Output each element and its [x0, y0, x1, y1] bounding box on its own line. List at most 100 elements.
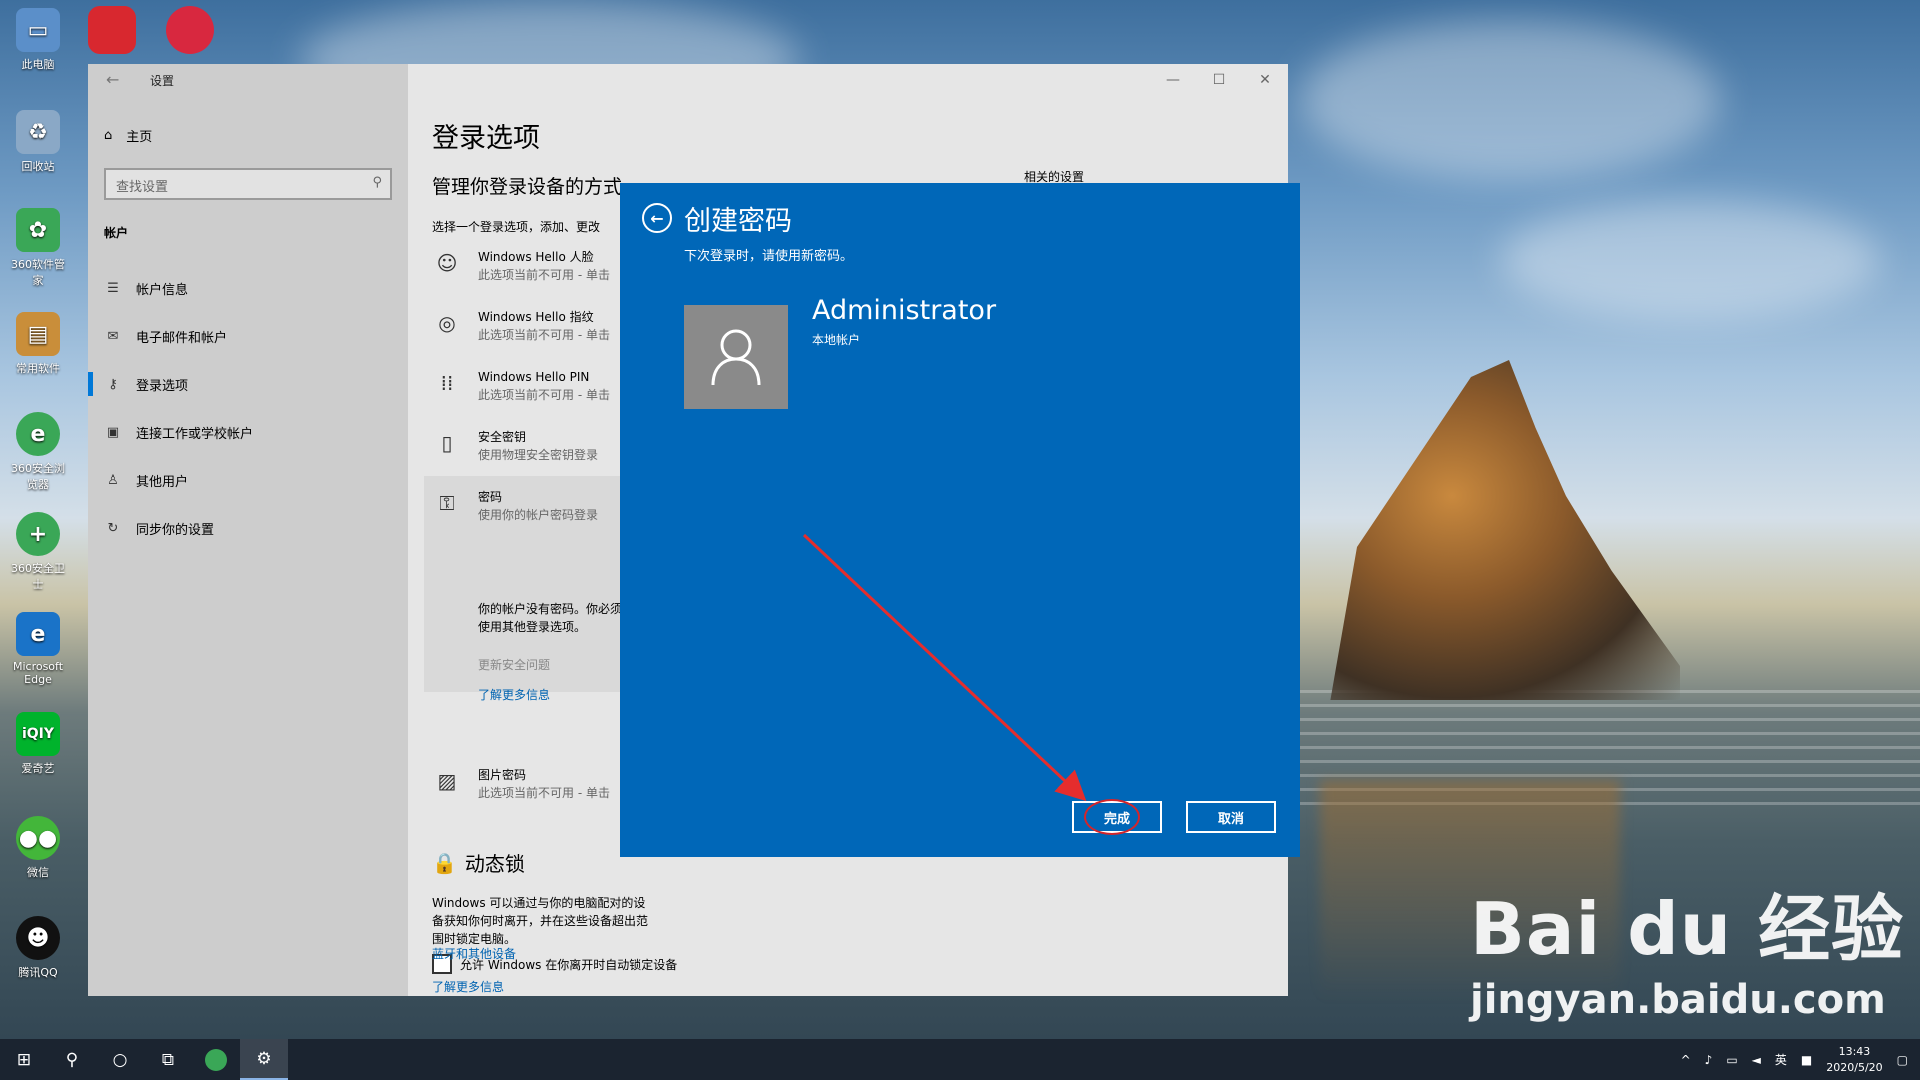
sidebar-item-label: 同步你的设置: [136, 522, 215, 538]
option-hello-face[interactable]: ☺ Windows Hello 人脸 此选项当前不可用 - 单击: [432, 248, 610, 283]
option-title: Windows Hello 指纹: [478, 310, 594, 324]
network-icon[interactable]: ▭: [1726, 1053, 1737, 1067]
volume-icon[interactable]: ◄: [1752, 1053, 1761, 1067]
picture-icon: ▨: [437, 769, 457, 793]
option-subtitle: 使用你的帐户密码登录: [478, 508, 599, 522]
ime-indicator[interactable]: 英: [1775, 1051, 1787, 1068]
task-view-icon[interactable]: ⧉: [144, 1039, 192, 1080]
cortana-icon[interactable]: ○: [96, 1039, 144, 1080]
desktop-icon-360-guard[interactable]: + 360安全卫士: [6, 512, 70, 592]
settings-taskbar-icon[interactable]: ⚙: [240, 1039, 288, 1080]
search-placeholder: 查找设置: [116, 180, 169, 195]
sidebar-item-work-school[interactable]: ▣ 连接工作或学校帐户: [88, 408, 408, 456]
option-security-key[interactable]: ▯ 安全密钥 使用物理安全密钥登录: [432, 428, 598, 463]
annotation-arrow: [802, 533, 1087, 802]
360-browser-taskbar-icon[interactable]: [192, 1039, 240, 1080]
settings-search-input[interactable]: 查找设置 ⚲: [104, 168, 392, 200]
360-browser-icon: e: [16, 412, 60, 456]
minimize-button[interactable]: —: [1150, 64, 1196, 96]
desktop-icon-360-manager[interactable]: ✿ 360软件管家: [6, 208, 70, 288]
password-key-icon: ⚿: [439, 491, 455, 515]
chevron-up-icon[interactable]: ^: [1681, 1053, 1691, 1067]
wechat-icon: ●●: [16, 816, 60, 860]
system-tray: ^ ♪ ▭ ◄ 英 ■ 13:43 2020/5/20 ▢: [1681, 1039, 1920, 1080]
option-picture-password[interactable]: ▨ 图片密码 此选项当前不可用 - 单击: [432, 766, 610, 801]
key-icon: ⚷: [108, 376, 118, 392]
desktop-icon-qq[interactable]: ☻ 腾讯QQ: [6, 916, 70, 980]
start-button[interactable]: ⊞: [0, 1039, 48, 1080]
sidebar-item-other-users[interactable]: ♙ 其他用户: [88, 456, 408, 504]
bluetooth-devices-link[interactable]: 蓝牙和其他设备: [432, 945, 516, 962]
desktop-icon-iqiyi[interactable]: iQIY 爱奇艺: [6, 712, 70, 776]
option-title: 安全密钥: [478, 430, 527, 444]
clock-date: 2020/5/20: [1826, 1060, 1883, 1074]
clock-time: 13:43: [1838, 1044, 1871, 1058]
dynamic-lock-heading: 🔒 动态锁: [432, 848, 525, 877]
option-subtitle: 此选项当前不可用 - 单击: [478, 268, 610, 282]
search-icon[interactable]: ⚲: [48, 1039, 96, 1080]
desktop-icon-wechat[interactable]: ●● 微信: [6, 816, 70, 880]
search-icon: ⚲: [372, 175, 382, 190]
window-controls: — ☐ ✕: [1150, 64, 1288, 96]
maximize-button[interactable]: ☐: [1196, 64, 1242, 96]
desktop-icon-label: 360安全卫士: [11, 562, 65, 591]
clock[interactable]: 13:43 2020/5/20: [1826, 1044, 1882, 1076]
desktop-icon-recycle-bin[interactable]: ♻ 回收站: [6, 110, 70, 174]
desktop-icon-label: 常用软件: [16, 362, 60, 375]
desktop-icon-computer[interactable]: ▭ 此电脑: [6, 8, 70, 72]
sidebar-item-sync[interactable]: ↻ 同步你的设置: [88, 504, 408, 552]
sidebar-item-label: 登录选项: [136, 378, 189, 394]
option-subtitle: 使用物理安全密钥登录: [478, 448, 599, 462]
option-subtitle: 此选项当前不可用 - 单击: [478, 786, 610, 800]
watermark-brand: Bai du 经验: [1470, 887, 1905, 971]
option-subtitle: 此选项当前不可用 - 单击: [478, 328, 610, 342]
action-center-icon[interactable]: ▢: [1897, 1053, 1908, 1067]
taskbar: ⊞ ⚲ ○ ⧉ ⚙ ^ ♪ ▭ ◄ 英 ■ 13:43 2020/5/20 ▢: [0, 1039, 1920, 1080]
usb-key-icon: ▯: [441, 431, 453, 455]
option-subtitle: 此选项当前不可用 - 单击: [478, 388, 610, 402]
option-hello-pin[interactable]: ⁞⁞ Windows Hello PIN 此选项当前不可用 - 单击: [432, 368, 610, 403]
option-hello-fingerprint[interactable]: ◎ Windows Hello 指纹 此选项当前不可用 - 单击: [432, 308, 610, 343]
fingerprint-icon: ◎: [438, 311, 456, 335]
pin-keypad-icon: ⁞⁞: [440, 371, 454, 395]
option-password[interactable]: ⚿ 密码 使用你的帐户密码登录: [432, 488, 598, 523]
sidebar-section-heading: 帐户: [104, 226, 129, 240]
sidebar-item-account-info[interactable]: ☰ 帐户信息: [88, 264, 408, 312]
settings-sidebar: ⌂ 主页 查找设置 ⚲ 帐户 ☰ 帐户信息 ✉ 电子邮件和帐户 ⚷ 登录选项 ▣…: [88, 64, 408, 996]
dynamic-lock-icon: 🔒: [432, 850, 457, 875]
desktop-icon-common-software[interactable]: ▤ 常用软件: [6, 312, 70, 376]
home-icon: ⌂: [104, 128, 113, 143]
dynamic-lock-learn-more-link[interactable]: 了解更多信息: [432, 978, 504, 995]
desktop-icon-label: Microsoft Edge: [12, 660, 64, 686]
option-title: Windows Hello 人脸: [478, 250, 594, 264]
folder-icon: ▤: [16, 312, 60, 356]
pdf-app-desktop-icon[interactable]: [88, 6, 136, 54]
desktop-icon-360-browser[interactable]: e 360安全浏览器: [6, 412, 70, 492]
iqiyi-icon: iQIY: [16, 712, 60, 756]
sidebar-item-email[interactable]: ✉ 电子邮件和帐户: [88, 312, 408, 360]
edge-icon: e: [16, 612, 60, 656]
dynamic-lock-description: Windows 可以通过与你的电脑配对的设备获知你何时离开，并在这些设备超出范围…: [432, 896, 649, 946]
rock-formation: [1330, 360, 1680, 700]
drawing-app-desktop-icon[interactable]: [166, 6, 214, 54]
desktop-icon-label: 此电脑: [21, 58, 55, 71]
person-card-icon: ☰: [107, 280, 119, 296]
sidebar-nav: ☰ 帐户信息 ✉ 电子邮件和帐户 ⚷ 登录选项 ▣ 连接工作或学校帐户 ♙ 其他…: [88, 264, 408, 552]
sidebar-home[interactable]: ⌂ 主页: [104, 126, 152, 145]
qq-icon: ☻: [16, 916, 60, 960]
sidebar-home-label: 主页: [126, 130, 153, 145]
password-learn-more-link[interactable]: 了解更多信息: [478, 686, 550, 703]
dynamic-lock-title: 动态锁: [464, 852, 525, 876]
sidebar-item-sign-in-options[interactable]: ⚷ 登录选项: [88, 360, 408, 408]
sync-icon: ↻: [107, 520, 119, 536]
desktop-icon-edge[interactable]: e Microsoft Edge: [6, 612, 70, 686]
user-tray-icon[interactable]: ■: [1801, 1053, 1812, 1067]
back-arrow-icon[interactable]: ←: [106, 70, 119, 89]
close-button[interactable]: ✕: [1242, 64, 1288, 96]
360-guard-icon: +: [16, 512, 60, 556]
sidebar-item-label: 电子邮件和帐户: [136, 330, 228, 346]
create-password-dialog: ← 创建密码 下次登录时，请使用新密码。 Administrator 本地帐户 …: [620, 183, 1300, 857]
desktop-icon-label: 360安全浏览器: [11, 462, 65, 491]
window-title: 设置: [150, 74, 175, 88]
notification-bell-icon[interactable]: ♪: [1705, 1053, 1713, 1067]
